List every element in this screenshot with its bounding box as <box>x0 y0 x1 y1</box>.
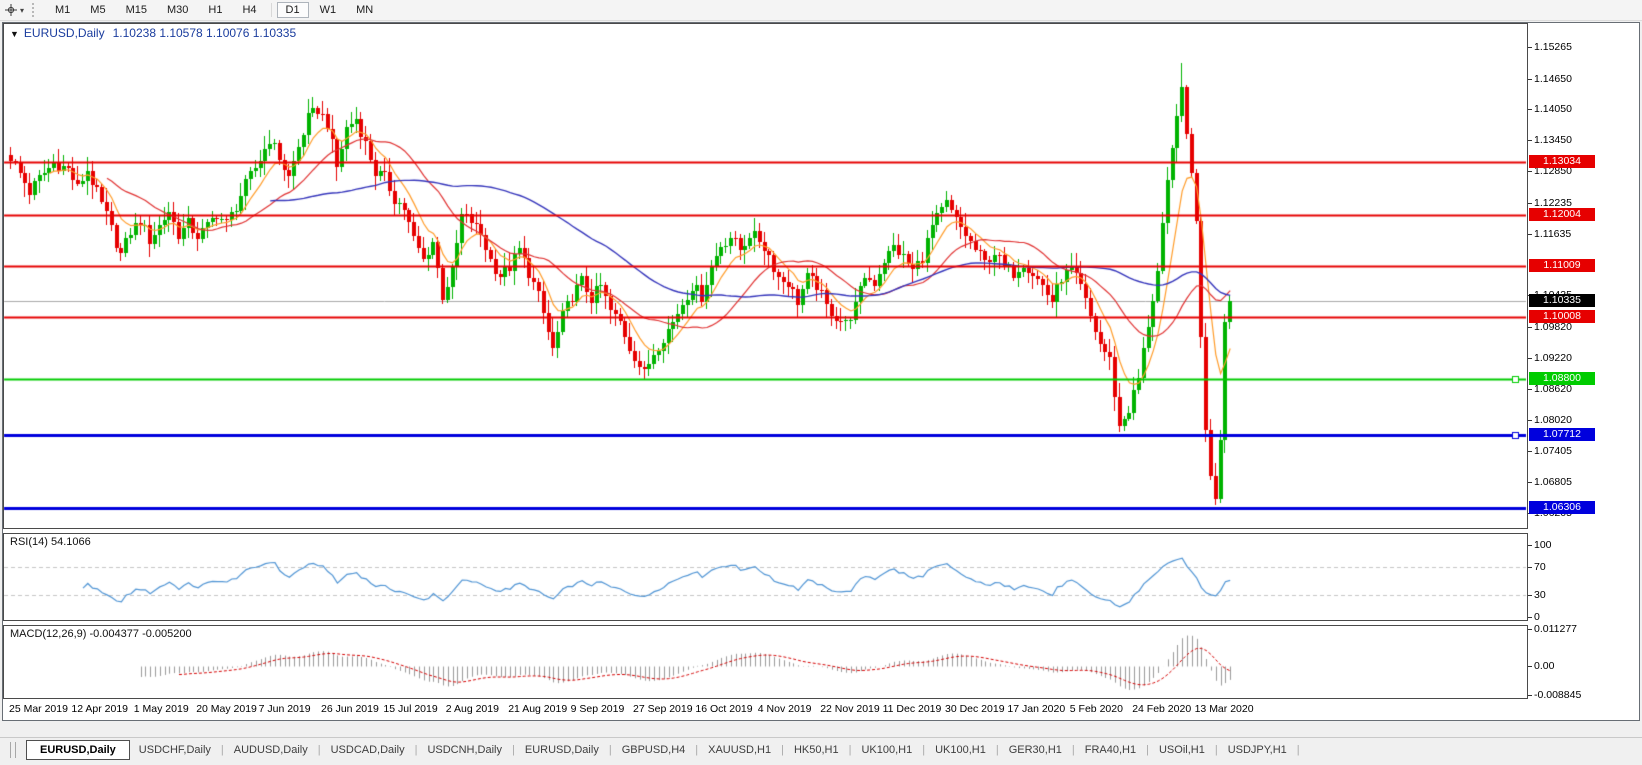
date-label-21-aug-2019: 21 Aug 2019 <box>508 703 567 715</box>
tab-eurusd-daily-0[interactable]: EURUSD,Daily <box>26 740 130 760</box>
date-label-13-mar-2020: 13 Mar 2020 <box>1195 703 1254 715</box>
price-tick-1.14050: 1.14050 <box>1534 103 1572 115</box>
chevron-down-icon[interactable]: ▾ <box>20 6 24 15</box>
tab-xauusd-h1-7[interactable]: XAUUSD,H1 <box>699 741 780 759</box>
tab-eurusd-daily-5[interactable]: EURUSD,Daily <box>516 741 608 759</box>
date-label-27-sep-2019: 27 Sep 2019 <box>633 703 693 715</box>
timeframe-button-m15[interactable]: M15 <box>117 2 156 18</box>
date-label-2-aug-2019: 2 Aug 2019 <box>446 703 499 715</box>
rsi-indicator-label: RSI(14) 54.1066 <box>10 536 91 548</box>
timeframe-button-m5[interactable]: M5 <box>81 2 114 18</box>
date-label-22-nov-2019: 22 Nov 2019 <box>820 703 880 715</box>
chart-ohlc-values: 1.10238 1.10578 1.10076 1.10335 <box>113 26 297 40</box>
timeframe-button-m1[interactable]: M1 <box>46 2 79 18</box>
tab-uk100-h1-9[interactable]: UK100,H1 <box>852 741 921 759</box>
date-label-1-may-2019: 1 May 2019 <box>134 703 189 715</box>
tab-audusd-daily-2[interactable]: AUDUSD,Daily <box>225 741 317 759</box>
date-label-5-feb-2020: 5 Feb 2020 <box>1070 703 1123 715</box>
tab-usoil-h1-13[interactable]: USOil,H1 <box>1150 741 1214 759</box>
chart-symbol-label: EURUSD,Daily <box>24 26 105 40</box>
date-label-20-may-2019: 20 May 2019 <box>196 703 257 715</box>
timeframe-button-h1[interactable]: H1 <box>199 2 231 18</box>
tab-usdchf-daily-1[interactable]: USDCHF,Daily <box>130 741 220 759</box>
timeframe-toolbar: ▾ M1M5M15M30H1H4 D1W1MN <box>0 0 1642 21</box>
chart-window: ▼ EURUSD,Daily 1.10238 1.10578 1.10076 1.1… <box>2 22 1640 721</box>
macd-tick-0.00: 0.00 <box>1534 660 1554 672</box>
tab-separator: | <box>1296 744 1301 756</box>
tab-hk50-h1-8[interactable]: HK50,H1 <box>785 741 848 759</box>
price-tick-1.15265: 1.15265 <box>1534 41 1572 53</box>
date-label-25-mar-2019: 25 Mar 2019 <box>9 703 68 715</box>
price-tick-1.07405: 1.07405 <box>1534 445 1572 457</box>
date-label-17-jan-2020: 17 Jan 2020 <box>1007 703 1065 715</box>
current-price-badge: 1.10335 <box>1529 294 1595 307</box>
timeframe-button-d1[interactable]: D1 <box>277 2 309 18</box>
date-label-7-jun-2019: 7 Jun 2019 <box>259 703 311 715</box>
toolbar-grip[interactable] <box>32 3 37 17</box>
level-badge-1.10008[interactable]: 1.10008 <box>1529 310 1595 323</box>
triangle-down-icon[interactable]: ▼ <box>10 29 19 39</box>
tab-gbpusd-h4-6[interactable]: GBPUSD,H4 <box>613 741 695 759</box>
date-label-15-jul-2019: 15 Jul 2019 <box>383 703 437 715</box>
date-label-24-feb-2020: 24 Feb 2020 <box>1132 703 1191 715</box>
toolbar-separator <box>271 3 272 17</box>
timeframe-button-m30[interactable]: M30 <box>158 2 197 18</box>
date-label-11-dec-2019: 11 Dec 2019 <box>883 703 942 715</box>
date-label-26-jun-2019: 26 Jun 2019 <box>321 703 379 715</box>
price-tick-1.09220: 1.09220 <box>1534 352 1572 364</box>
tab-ger30-h1-11[interactable]: GER30,H1 <box>1000 741 1071 759</box>
tab-usdcad-daily-3[interactable]: USDCAD,Daily <box>322 741 414 759</box>
price-tick-1.13450: 1.13450 <box>1534 134 1572 146</box>
level-badge-1.13034[interactable]: 1.13034 <box>1529 155 1595 168</box>
timeframe-button-mn[interactable]: MN <box>347 2 382 18</box>
level-badge-1.11009[interactable]: 1.11009 <box>1529 259 1595 272</box>
price-tick-1.11635: 1.11635 <box>1534 228 1571 240</box>
tab-usdjpy-h1-14[interactable]: USDJPY,H1 <box>1219 741 1296 759</box>
tab-usdcnh-daily-4[interactable]: USDCNH,Daily <box>418 741 511 759</box>
date-label-9-sep-2019: 9 Sep 2019 <box>571 703 625 715</box>
level-badge-1.12004[interactable]: 1.12004 <box>1529 208 1595 221</box>
chart-plot-area[interactable] <box>3 23 1639 720</box>
level-badge-1.06306[interactable]: 1.06306 <box>1529 501 1595 514</box>
macd-tick--0.008845: -0.008845 <box>1534 689 1581 701</box>
tab-fra40-h1-12[interactable]: FRA40,H1 <box>1076 741 1145 759</box>
level-badge-1.08800[interactable]: 1.08800 <box>1529 372 1595 385</box>
date-label-30-dec-2019: 30 Dec 2019 <box>945 703 1005 715</box>
tab-uk100-h1-10[interactable]: UK100,H1 <box>926 741 995 759</box>
symbol-tab-bar: EURUSD,DailyUSDCHF,Daily|AUDUSD,Daily|US… <box>0 737 1642 762</box>
trading-terminal: ▾ M1M5M15M30H1H4 D1W1MN ▼ EURUSD,Daily 1.10… <box>0 0 1642 765</box>
timeframe-button-w1[interactable]: W1 <box>311 2 346 18</box>
rsi-tick-0: 0 <box>1534 611 1540 623</box>
date-label-16-oct-2019: 16 Oct 2019 <box>695 703 752 715</box>
rsi-tick-70: 70 <box>1534 561 1546 573</box>
timeframe-buttons: M1M5M15M30H1H4 D1W1MN <box>45 2 383 18</box>
price-tick-1.14650: 1.14650 <box>1534 73 1572 85</box>
macd-tick-0.011277: 0.011277 <box>1534 623 1577 635</box>
macd-indicator-label: MACD(12,26,9) -0.004377 -0.005200 <box>10 628 192 640</box>
price-tick-1.06805: 1.06805 <box>1534 476 1572 488</box>
rsi-tick-30: 30 <box>1534 589 1546 601</box>
date-label-4-nov-2019: 4 Nov 2019 <box>758 703 812 715</box>
tabbar-grip-icon <box>10 742 16 758</box>
date-label-12-apr-2019: 12 Apr 2019 <box>71 703 128 715</box>
rsi-tick-100: 100 <box>1534 539 1552 551</box>
chart-title: ▼ EURUSD,Daily 1.10238 1.10578 1.10076 1.1… <box>10 26 296 40</box>
level-badge-1.07712[interactable]: 1.07712 <box>1529 428 1595 441</box>
timeframe-button-h4[interactable]: H4 <box>233 2 265 18</box>
crosshair-icon[interactable] <box>3 2 19 18</box>
price-tick-1.08020: 1.08020 <box>1534 414 1572 426</box>
